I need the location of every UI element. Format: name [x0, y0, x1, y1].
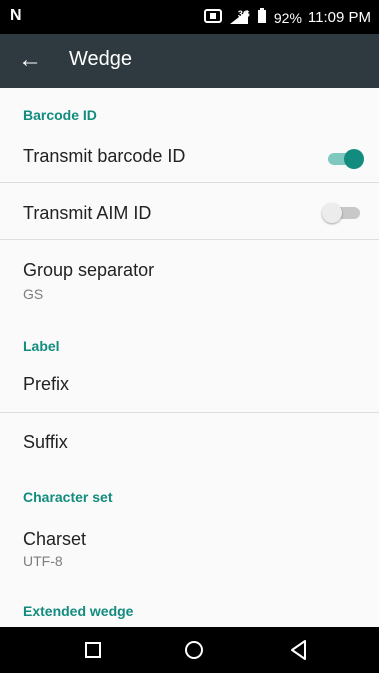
pref-value: GS: [23, 286, 44, 302]
pref-transmit-aim-id[interactable]: Transmit AIM ID: [0, 183, 379, 239]
pref-prefix[interactable]: Prefix: [0, 360, 379, 412]
pref-transmit-barcode-id[interactable]: Transmit barcode ID: [0, 134, 379, 182]
back-arrow-icon[interactable]: ←: [18, 45, 42, 75]
pref-label: Group separator: [23, 260, 155, 280]
pref-suffix[interactable]: Suffix: [0, 413, 379, 469]
pref-charset[interactable]: Charset UTF-8: [0, 513, 379, 579]
navigation-bar: [0, 627, 379, 673]
section-header-extended-wedge: Extended wedge: [23, 603, 134, 619]
battery-percent: 92%: [273, 9, 302, 26]
pref-label: Transmit AIM ID: [23, 203, 152, 223]
status-icons: 3G 92% 11:09 PM: [203, 8, 371, 27]
pref-group-separator[interactable]: Group separator GS: [0, 240, 379, 312]
battery-icon: [256, 8, 268, 27]
app-bar: ← Wedge: [0, 34, 379, 88]
section-header-character-set: Character set: [23, 489, 113, 505]
transmit-barcode-id-toggle[interactable]: [328, 145, 366, 171]
toggle-thumb: [322, 203, 342, 223]
home-icon[interactable]: [179, 637, 209, 663]
pref-label: Charset: [23, 529, 87, 549]
section-header-barcode-id: Barcode ID: [23, 107, 97, 123]
recents-icon[interactable]: [78, 637, 108, 663]
pref-label: Prefix: [23, 374, 70, 394]
nfc-icon: [203, 8, 222, 27]
pref-value: UTF-8: [23, 553, 63, 569]
back-icon[interactable]: [284, 637, 314, 663]
page-title: Wedge: [69, 48, 133, 70]
settings-list: Barcode ID Transmit barcode ID Transmit …: [0, 88, 379, 627]
toggle-thumb: [344, 149, 364, 169]
status-bar: N 3G 92% 11:09 PM: [0, 0, 379, 34]
status-time: 11:09 PM: [307, 9, 371, 26]
network-type: 3G: [237, 8, 250, 19]
transmit-aim-id-toggle[interactable]: [322, 199, 360, 225]
carrier-glyph: N: [10, 7, 22, 24]
pref-label: Transmit barcode ID: [23, 146, 186, 166]
section-header-label: Label: [23, 338, 60, 354]
pref-label: Suffix: [23, 432, 68, 452]
